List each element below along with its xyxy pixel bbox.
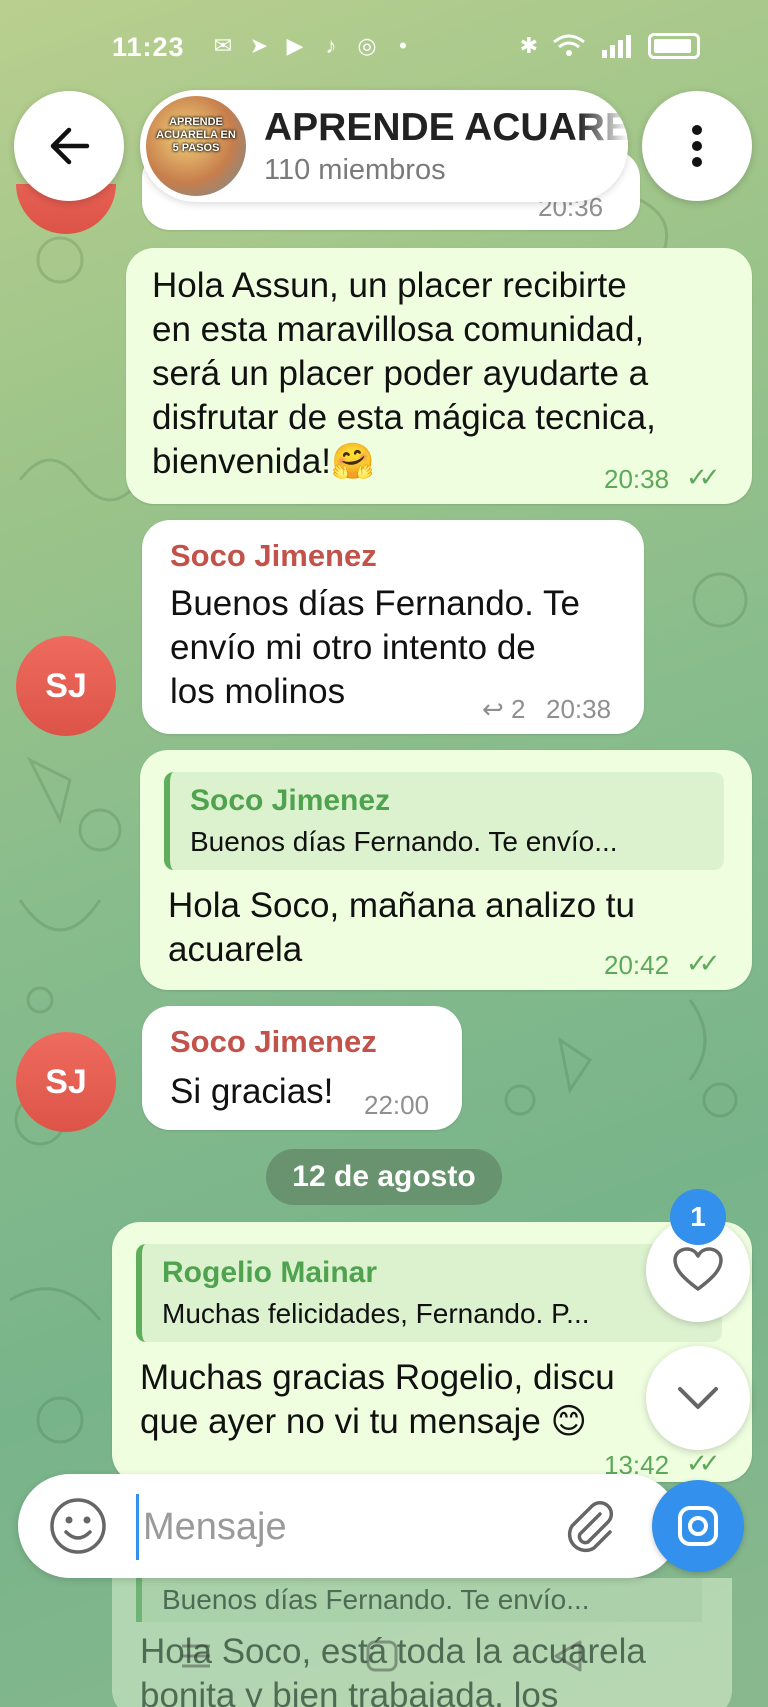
double-check-icon: ✓✓ xyxy=(686,462,720,492)
message-line: Muchas gracias Rogelio, discu xyxy=(140,1358,615,1397)
message-time: 22:00 xyxy=(364,1090,430,1120)
replies-indicator[interactable]: ↩ 2 xyxy=(482,694,526,725)
quote-sender: Soco Jimenez xyxy=(190,784,391,817)
camera-icon xyxy=(678,1506,718,1546)
message-text: Hola Assun, un placer recibirte en esta … xyxy=(152,264,656,484)
camera-button[interactable] xyxy=(652,1480,744,1572)
paperclip-icon[interactable] xyxy=(560,1496,620,1556)
heart-icon xyxy=(673,1247,723,1291)
title-fade xyxy=(578,90,628,150)
message-line: Hola Soco, mañana analizo tu xyxy=(168,886,635,925)
outgoing-message[interactable]: Soco Jimenez Buenos días Fernando. Te en… xyxy=(140,750,752,990)
message-input[interactable] xyxy=(136,1494,565,1560)
group-avatar[interactable]: APRENDE ACUARELA EN 5 PASOS xyxy=(146,96,246,196)
message-line: bienvenida!🤗 xyxy=(152,442,375,481)
double-check-icon: ✓✓ xyxy=(686,948,720,978)
reply-arrow-icon: ↩ xyxy=(482,694,504,724)
home-icon[interactable] xyxy=(364,1638,400,1674)
date-separator: 12 de agosto xyxy=(266,1149,502,1205)
message-time: 20:42 xyxy=(604,950,670,980)
emoji-icon[interactable] xyxy=(48,1496,108,1556)
group-logo-text: APRENDE ACUARELA EN 5 PASOS xyxy=(156,116,236,154)
instagram-icon: ◎ xyxy=(357,33,377,58)
bluetooth-icon: ✱ xyxy=(519,33,538,58)
tiktok-icon: ♪ xyxy=(325,33,337,58)
message-line: envío mi otro intento de xyxy=(170,628,536,667)
signal-icon xyxy=(602,35,631,58)
status-bar: 11:23 ✉ ➤ ▶ ♪ ◎ • ✱ xyxy=(0,0,768,96)
more-options-button[interactable] xyxy=(642,91,752,201)
status-time: 11:23 xyxy=(112,32,185,62)
composer-pill xyxy=(18,1474,680,1578)
message-line: será un placer poder ayudarte a xyxy=(152,354,649,393)
arrow-left-icon xyxy=(50,127,90,165)
group-title: APRENDE ACUARELA EN 5 PASOS xyxy=(264,106,628,149)
wifi-icon xyxy=(553,34,585,56)
scroll-down-button[interactable] xyxy=(646,1346,750,1450)
incoming-message[interactable]: Soco Jimenez Buenos días Fernando. Te en… xyxy=(142,520,644,734)
reaction-count-badge[interactable]: 1 xyxy=(670,1189,726,1245)
message-text: Hola Soco, mañana analizo tu acuarela xyxy=(168,884,635,972)
chevron-down-icon xyxy=(678,1387,718,1409)
facebook-messenger-icon: ✉ xyxy=(213,33,233,58)
quote-text: Muchas felicidades, Fernando. P... xyxy=(162,1298,590,1329)
quote-text: Buenos días Fernando. Te envío... xyxy=(190,826,618,857)
youtube-icon: ▶ xyxy=(286,33,304,58)
message-line: disfrutar de esta mágica tecnica, xyxy=(152,398,656,437)
member-count: 110 miembros xyxy=(264,154,446,186)
menu-icon[interactable] xyxy=(178,1638,214,1674)
avatar[interactable]: SJ xyxy=(16,636,116,736)
message-line: que ayer no vi tu mensaje 😊 xyxy=(140,1402,588,1441)
avatar[interactable]: SJ xyxy=(16,1032,116,1132)
chat-header[interactable]: APRENDE ACUARELA EN 5 PASOS APRENDE ACUA… xyxy=(140,90,628,202)
system-icons: ✱ xyxy=(520,33,700,59)
reply-quote[interactable]: Rogelio Mainar Muchas felicidades, Ferna… xyxy=(136,1244,722,1342)
system-navigation-bar xyxy=(0,1622,768,1692)
message-composer xyxy=(18,1474,754,1578)
ghost-quote-text: Buenos días Fernando. Te envío... xyxy=(162,1584,590,1615)
more-vertical-icon xyxy=(692,125,702,167)
reply-count: 2 xyxy=(511,694,526,724)
quote-sender: Rogelio Mainar xyxy=(162,1256,378,1289)
back-triangle-icon[interactable] xyxy=(550,1638,586,1674)
message-line: Buenos días Fernando. Te xyxy=(170,584,580,623)
incoming-message[interactable]: Soco Jimenez Si gracias! 22:00 xyxy=(142,1006,462,1130)
sender-name[interactable]: Soco Jimenez xyxy=(170,538,377,574)
message-time: 20:38 xyxy=(604,464,670,494)
dot-icon: • xyxy=(399,33,407,58)
outgoing-message[interactable]: Hola Assun, un placer recibirte en esta … xyxy=(126,248,752,504)
back-button[interactable] xyxy=(14,91,124,201)
message-text: Muchas gracias Rogelio, discu que ayer n… xyxy=(140,1356,615,1444)
battery-icon xyxy=(648,33,700,59)
ghost-quote: Buenos días Fernando. Te envío... xyxy=(136,1578,702,1622)
message-text: Si gracias! xyxy=(170,1072,334,1111)
message-line: Hola Assun, un placer recibirte xyxy=(152,266,627,305)
message-line: acuarela xyxy=(168,930,303,969)
message-time: 20:38 xyxy=(546,694,612,724)
sender-name[interactable]: Soco Jimenez xyxy=(170,1024,377,1060)
notification-icons: ✉ ➤ ▶ ♪ ◎ • xyxy=(210,33,416,59)
reply-quote[interactable]: Soco Jimenez Buenos días Fernando. Te en… xyxy=(164,772,724,870)
message-line: en esta maravillosa comunidad, xyxy=(152,310,645,349)
telegram-icon: ➤ xyxy=(249,33,269,58)
